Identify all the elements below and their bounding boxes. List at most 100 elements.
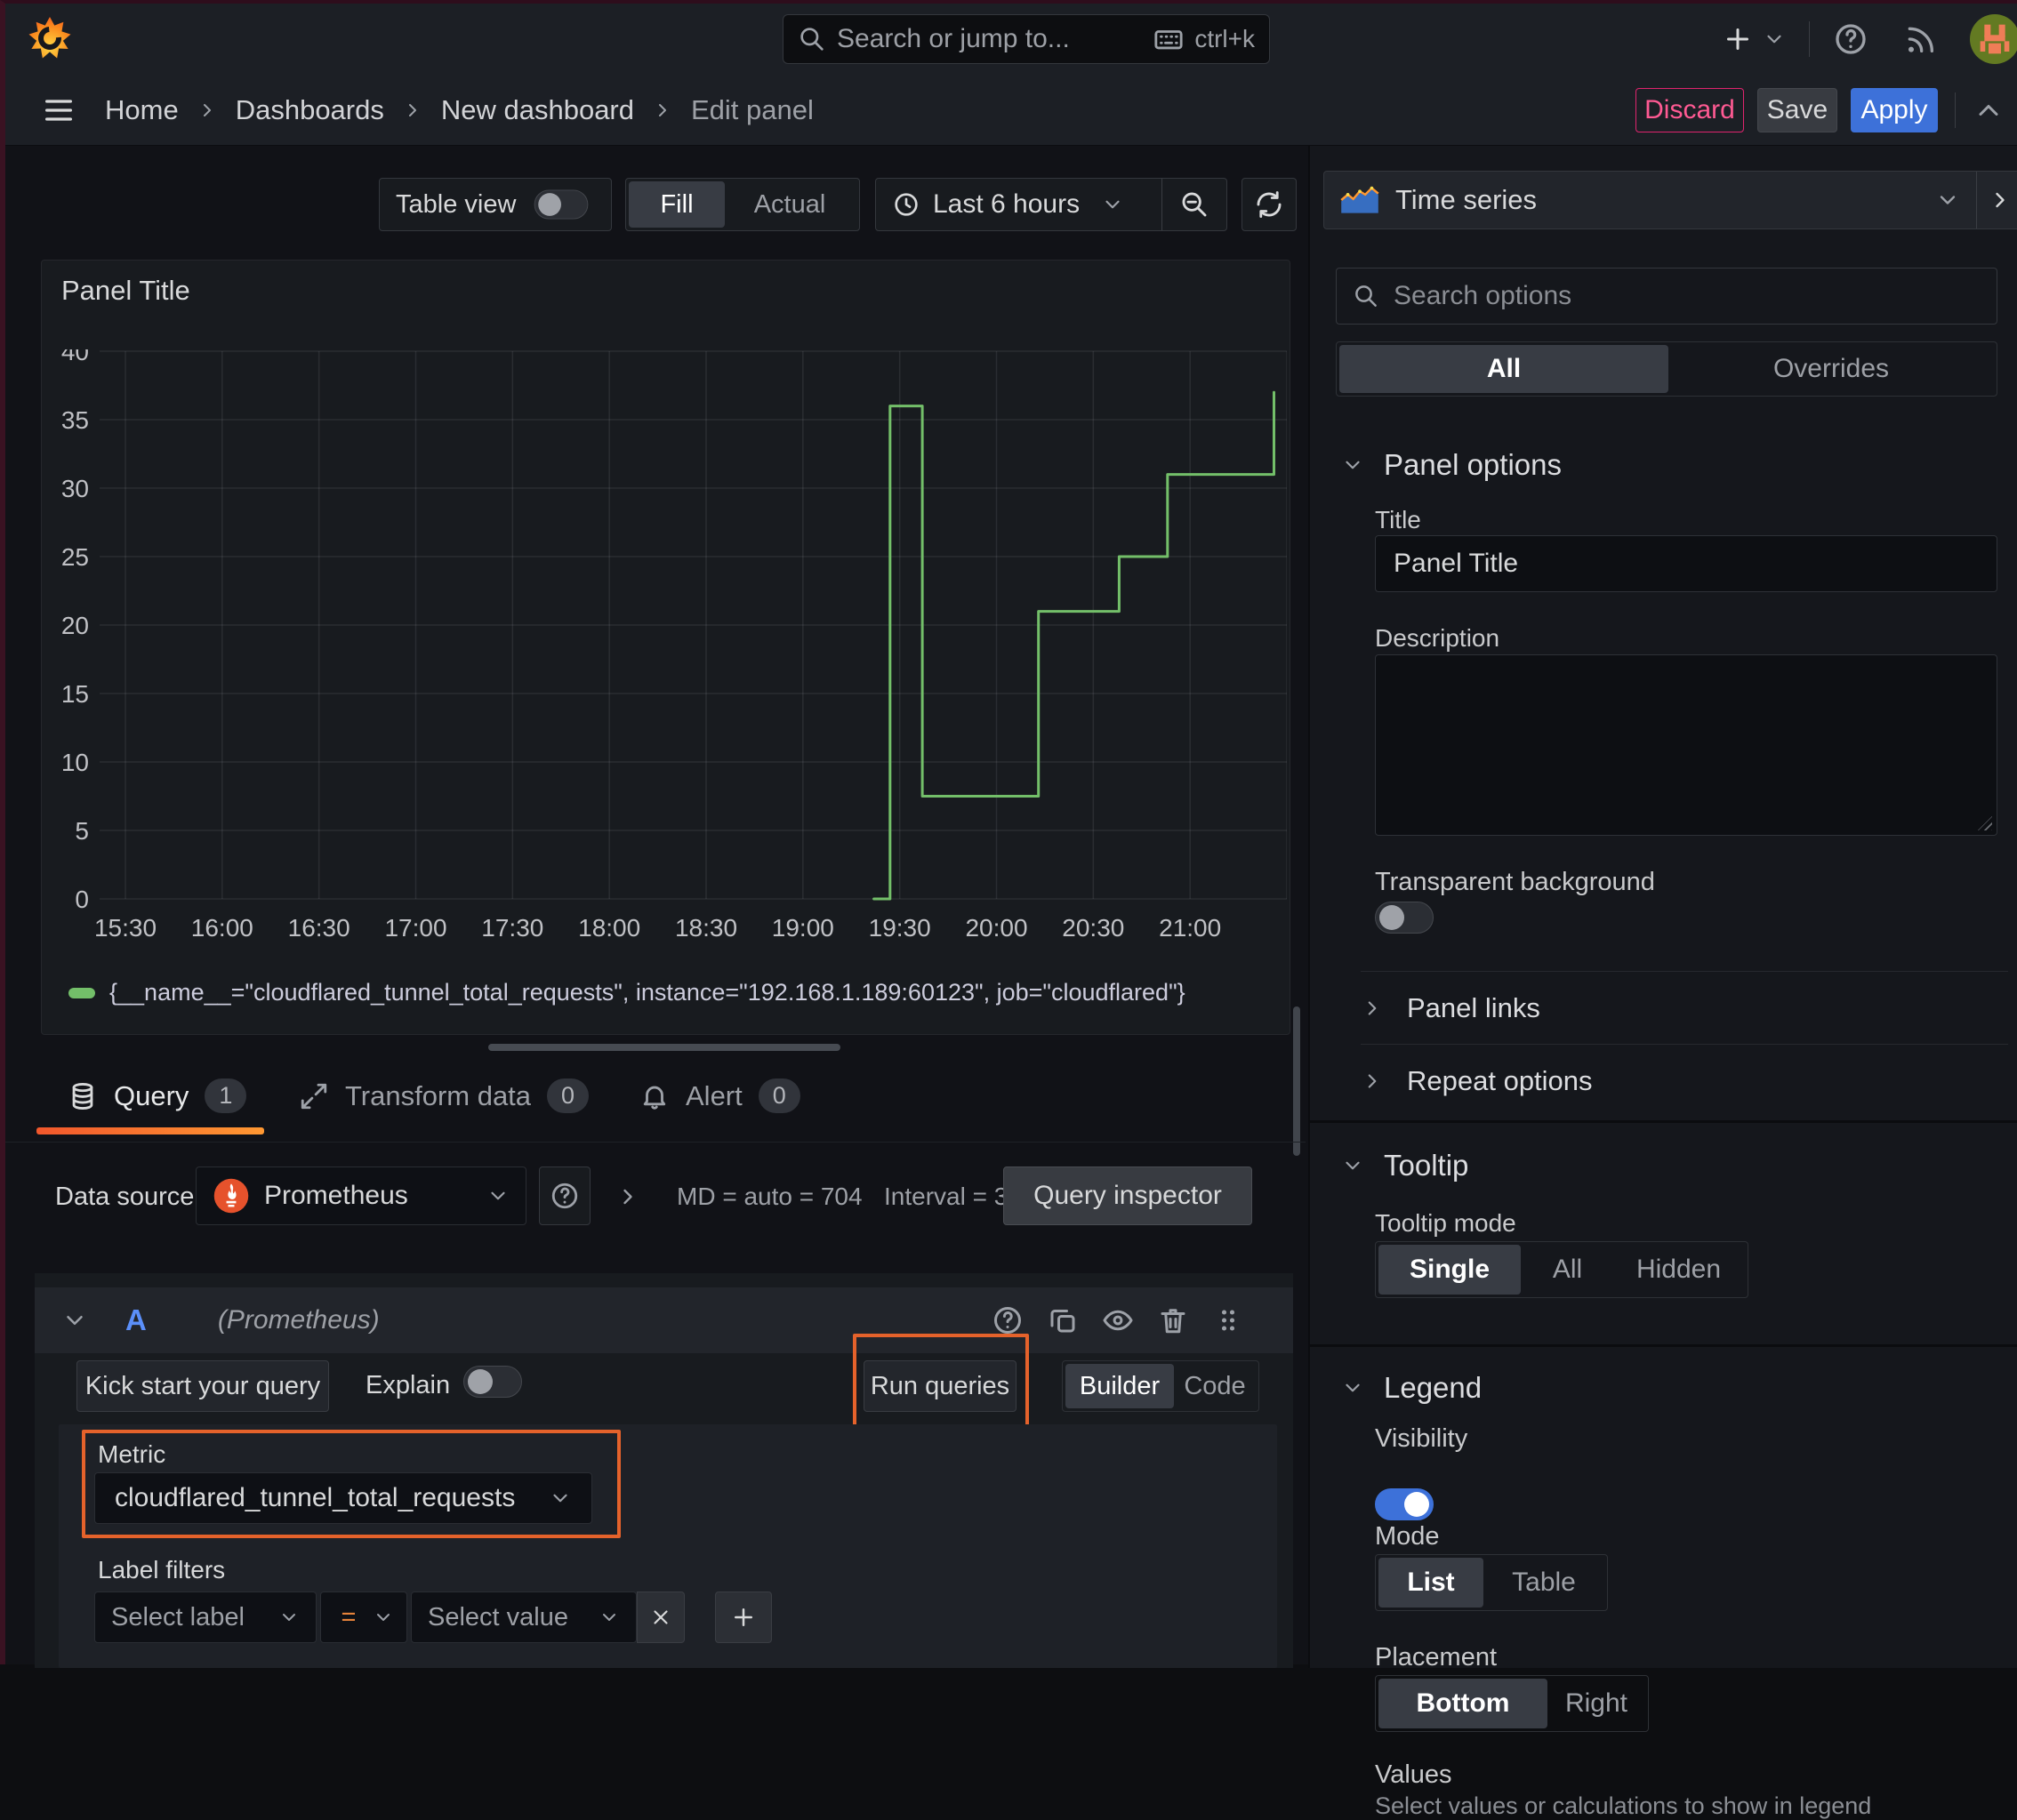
svg-text:15:30: 15:30 bbox=[94, 914, 157, 942]
options-expand-chevron-icon[interactable] bbox=[615, 1184, 640, 1209]
legend-header[interactable]: Legend bbox=[1341, 1371, 1482, 1405]
legend-mode-segmented: List Table bbox=[1375, 1554, 1608, 1611]
legend-placement-right[interactable]: Right bbox=[1547, 1679, 1645, 1728]
collapse-options-button[interactable] bbox=[1977, 188, 2017, 212]
chevron-right-icon bbox=[1368, 1001, 1377, 1015]
apply-button[interactable]: Apply bbox=[1851, 88, 1938, 132]
tab-transform-count: 0 bbox=[547, 1078, 590, 1113]
select-value-placeholder: Select value bbox=[428, 1602, 568, 1632]
user-avatar[interactable] bbox=[1970, 14, 2017, 64]
menu-hamburger-icon[interactable] bbox=[41, 92, 76, 128]
time-series-chart[interactable]: 0 5 10 15 20 25 30 35 40 15:30 16:00 16:30 17:00 17:3… bbox=[42, 349, 1287, 972]
legend-mode-table[interactable]: Table bbox=[1483, 1558, 1604, 1608]
tooltip-mode-label: Tooltip mode bbox=[1375, 1209, 1516, 1237]
zoom-out-button[interactable] bbox=[1162, 189, 1226, 220]
explain-toggle[interactable] bbox=[463, 1366, 522, 1398]
legend-placement-bottom[interactable]: Bottom bbox=[1378, 1679, 1547, 1728]
panel-title[interactable]: Panel Title bbox=[61, 275, 190, 307]
svg-text:21:00: 21:00 bbox=[1159, 914, 1221, 942]
svg-text:20:00: 20:00 bbox=[965, 914, 1027, 942]
tab-transform[interactable]: Transform data 0 bbox=[299, 1078, 590, 1113]
datasource-help-button[interactable] bbox=[539, 1167, 591, 1225]
remove-filter-button[interactable] bbox=[637, 1591, 685, 1643]
legend-visibility-toggle[interactable] bbox=[1375, 1488, 1434, 1520]
label-filters-label: Label filters bbox=[98, 1556, 226, 1583]
tab-query[interactable]: Query 1 bbox=[68, 1078, 247, 1113]
add-chevron-down-icon[interactable] bbox=[1763, 28, 1786, 51]
grafana-logo[interactable] bbox=[28, 17, 71, 59]
filter-tab-overrides[interactable]: Overrides bbox=[1668, 345, 1994, 393]
chart-legend: {__name__="cloudflared_tunnel_total_requ… bbox=[68, 979, 1185, 1006]
breadcrumb-home[interactable]: Home bbox=[105, 94, 179, 126]
add-icon[interactable] bbox=[1722, 23, 1754, 55]
fill-option[interactable]: Fill bbox=[629, 181, 725, 228]
divider bbox=[1361, 1044, 2008, 1045]
drag-handle-icon[interactable] bbox=[1212, 1304, 1244, 1336]
tab-alert-count: 0 bbox=[758, 1078, 800, 1113]
tooltip-mode-single[interactable]: Single bbox=[1378, 1245, 1521, 1295]
visualization-picker[interactable]: Time series bbox=[1324, 184, 1976, 216]
legend-values-hint: Select values or calculations to show in… bbox=[1375, 1792, 1872, 1819]
tooltip-mode-hidden[interactable]: Hidden bbox=[1614, 1245, 1743, 1295]
transparent-background-toggle[interactable] bbox=[1375, 902, 1434, 934]
panel-links-section[interactable]: Panel links bbox=[1361, 992, 1540, 1024]
query-collapse-chevron-icon[interactable] bbox=[61, 1307, 88, 1334]
section-divider bbox=[1310, 1344, 2017, 1347]
panel-options-header[interactable]: Panel options bbox=[1341, 448, 1562, 482]
query-inspector-button[interactable]: Query inspector bbox=[1003, 1167, 1252, 1225]
collapse-chevron-up-icon[interactable] bbox=[1973, 94, 2005, 126]
refresh-button[interactable] bbox=[1242, 178, 1297, 231]
panel-title-input[interactable] bbox=[1375, 535, 1997, 592]
breadcrumb-dashboards[interactable]: Dashboards bbox=[236, 94, 384, 126]
news-rss-icon[interactable] bbox=[1902, 21, 1938, 57]
operator-dropdown[interactable]: = bbox=[320, 1591, 407, 1643]
time-range-label: Last 6 hours bbox=[933, 189, 1081, 219]
svg-text:5: 5 bbox=[75, 817, 89, 845]
add-filter-button[interactable] bbox=[715, 1591, 772, 1643]
tab-transform-label: Transform data bbox=[345, 1079, 532, 1111]
select-label-placeholder: Select label bbox=[111, 1602, 245, 1632]
legend-series-swatch[interactable] bbox=[68, 987, 95, 998]
panel-description-textarea[interactable] bbox=[1375, 654, 1997, 836]
metric-label: Metric bbox=[98, 1440, 166, 1468]
filter-tab-all[interactable]: All bbox=[1339, 345, 1668, 393]
query-row-header[interactable]: A (Prometheus) bbox=[35, 1287, 1293, 1353]
discard-button[interactable]: Discard bbox=[1635, 88, 1744, 132]
tab-alert[interactable]: Alert 0 bbox=[639, 1078, 800, 1113]
table-view-label: Table view bbox=[396, 189, 517, 219]
time-range-picker[interactable]: Last 6 hours bbox=[876, 189, 1161, 220]
legend-series-label[interactable]: {__name__="cloudflared_tunnel_total_requ… bbox=[109, 979, 1185, 1006]
tooltip-header[interactable]: Tooltip bbox=[1341, 1149, 1468, 1183]
breadcrumb-bar: Home Dashboards New dashboard Edit panel… bbox=[5, 75, 2017, 146]
delete-query-trash-icon[interactable] bbox=[1157, 1304, 1189, 1336]
divider bbox=[1361, 971, 2008, 972]
section-chevron-down-icon bbox=[1346, 461, 1360, 469]
kickstart-query-button[interactable]: Kick start your query bbox=[76, 1360, 329, 1412]
panel-resize-handle[interactable] bbox=[488, 1044, 840, 1051]
tooltip-heading: Tooltip bbox=[1384, 1149, 1469, 1182]
query-ref-id[interactable]: A bbox=[125, 1303, 147, 1337]
explain-label: Explain bbox=[366, 1371, 451, 1399]
search-options-input[interactable]: Search options bbox=[1336, 268, 1997, 325]
code-option[interactable]: Code bbox=[1174, 1364, 1256, 1408]
select-value-dropdown[interactable]: Select value bbox=[411, 1591, 637, 1643]
table-view-toggle[interactable] bbox=[534, 189, 589, 220]
datasource-picker[interactable]: Prometheus bbox=[196, 1167, 526, 1225]
help-icon[interactable] bbox=[1833, 21, 1868, 57]
legend-placement-segmented: Bottom Right bbox=[1375, 1675, 1649, 1732]
select-label-dropdown[interactable]: Select label bbox=[94, 1591, 317, 1643]
actual-option[interactable]: Actual bbox=[725, 181, 855, 228]
legend-mode-list[interactable]: List bbox=[1378, 1558, 1483, 1608]
chevron-right-icon bbox=[1996, 192, 2005, 208]
duplicate-query-icon[interactable] bbox=[1047, 1304, 1079, 1336]
run-queries-button[interactable]: Run queries bbox=[864, 1360, 1017, 1412]
toggle-visibility-eye-icon[interactable] bbox=[1102, 1304, 1134, 1336]
repeat-options-section[interactable]: Repeat options bbox=[1361, 1065, 1593, 1097]
tooltip-mode-all[interactable]: All bbox=[1521, 1245, 1614, 1295]
metric-select[interactable]: cloudflared_tunnel_total_requests bbox=[94, 1472, 592, 1524]
breadcrumb-new-dashboard[interactable]: New dashboard bbox=[441, 94, 634, 126]
builder-option[interactable]: Builder bbox=[1065, 1364, 1174, 1408]
save-button[interactable]: Save bbox=[1757, 88, 1837, 132]
global-search-input[interactable]: Search or jump to... ctrl+k bbox=[783, 14, 1270, 64]
query-help-icon[interactable] bbox=[992, 1304, 1024, 1336]
